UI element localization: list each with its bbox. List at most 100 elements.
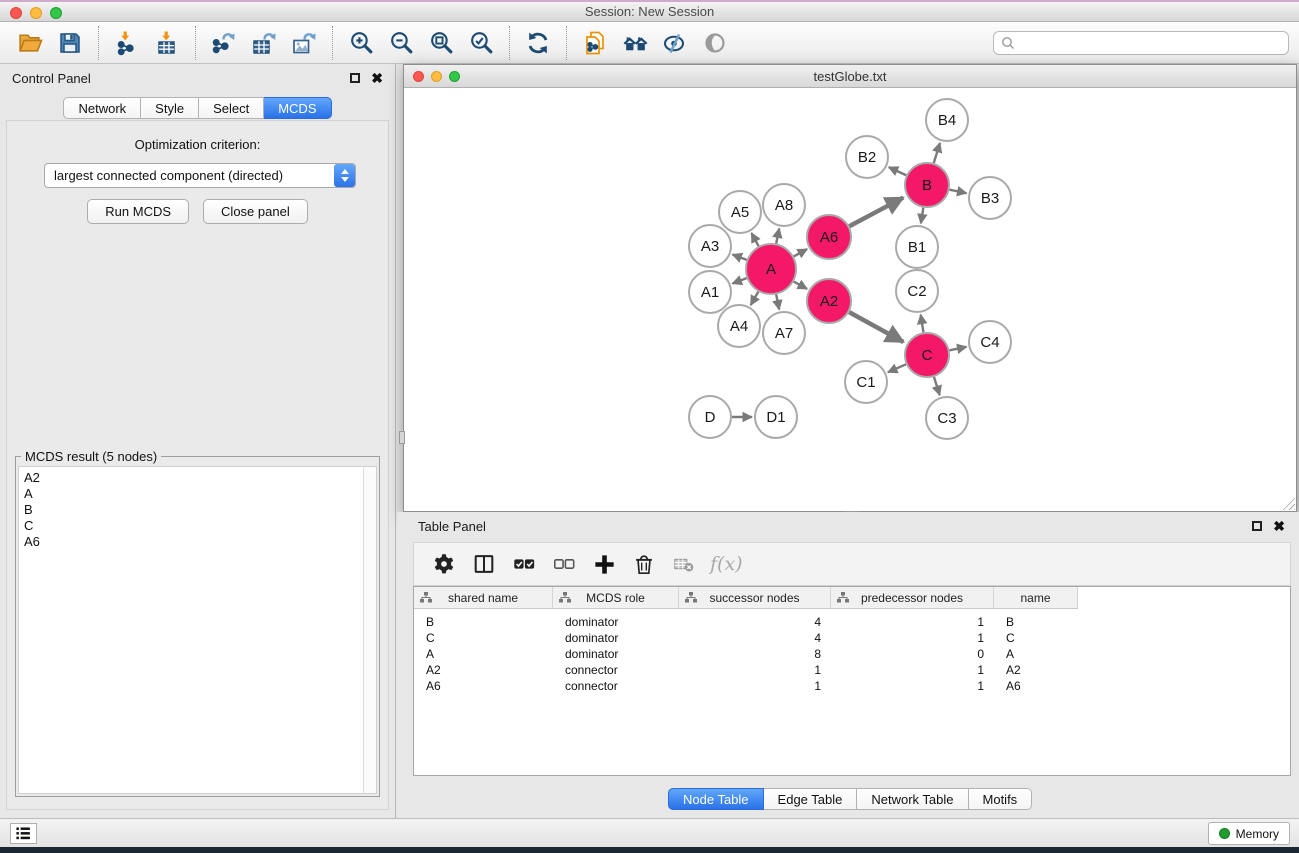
table-row[interactable]: Cdominator41C xyxy=(414,630,1290,646)
graph-edge-A-A1[interactable] xyxy=(732,278,746,283)
column-header-MCDS-role[interactable]: MCDS role xyxy=(553,587,679,608)
graph-edge-B-B1[interactable] xyxy=(921,208,924,224)
close-network-icon[interactable] xyxy=(413,71,424,82)
result-list-item[interactable]: A6 xyxy=(19,534,376,550)
graph-edge-A-A6[interactable] xyxy=(794,249,807,256)
graph-edge-C-C3[interactable] xyxy=(934,377,940,395)
graph-edge-A2-C[interactable] xyxy=(849,312,903,342)
refresh-view-icon[interactable] xyxy=(522,27,554,59)
zoom-fit-icon[interactable] xyxy=(425,27,457,59)
home-layout-icon[interactable] xyxy=(619,27,651,59)
deselect-all-checkboxes-icon[interactable] xyxy=(549,549,579,579)
result-list-item[interactable]: A2 xyxy=(19,470,376,486)
import-network-icon[interactable] xyxy=(111,27,143,59)
graph-edge-A-A7[interactable] xyxy=(776,294,779,309)
zoom-window-icon[interactable] xyxy=(50,7,62,19)
clone-network-icon[interactable] xyxy=(579,27,611,59)
tab-network[interactable]: Network xyxy=(63,97,141,119)
toolbar-separator xyxy=(566,26,567,60)
graph-edge-B-B3[interactable] xyxy=(950,190,967,194)
table-cell: C xyxy=(994,631,1078,645)
tab-mcds[interactable]: MCDS xyxy=(264,97,331,119)
network-canvas[interactable]: AA1A2A3A4A5A6A7A8BB1B2B3B4CC1C2C3C4DD1 xyxy=(404,88,1296,511)
zoom-selected-icon[interactable] xyxy=(465,27,497,59)
table-cell: A xyxy=(994,647,1078,661)
zoom-in-icon[interactable] xyxy=(345,27,377,59)
graph-edge-A6-B[interactable] xyxy=(849,198,903,227)
table-cell: 4 xyxy=(679,631,831,645)
delete-entry-icon[interactable] xyxy=(629,549,659,579)
close-panel-button[interactable]: Close panel xyxy=(203,199,308,224)
delete-table-icon[interactable] xyxy=(669,549,699,579)
tab-network-table[interactable]: Network Table xyxy=(857,788,968,810)
tab-edge-table[interactable]: Edge Table xyxy=(764,788,858,810)
search-field[interactable] xyxy=(993,31,1289,55)
select-all-checkboxes-icon[interactable] xyxy=(509,549,539,579)
search-input[interactable] xyxy=(1020,35,1281,51)
export-network-icon[interactable] xyxy=(208,27,240,59)
graph-node-label-A5: A5 xyxy=(731,204,749,221)
float-panel-icon[interactable] xyxy=(350,73,360,83)
table-cell: connector xyxy=(553,679,679,693)
window-resize-handle-left[interactable] xyxy=(399,431,405,444)
hide-graphics-details-icon[interactable] xyxy=(699,27,731,59)
save-session-icon[interactable] xyxy=(54,27,86,59)
run-mcds-button[interactable]: Run MCDS xyxy=(87,199,189,224)
import-table-icon[interactable] xyxy=(151,27,183,59)
graph-edge-C-C1[interactable] xyxy=(888,364,906,372)
graph-edge-B-B2[interactable] xyxy=(889,167,906,175)
tab-style[interactable]: Style xyxy=(141,97,199,119)
tab-motifs[interactable]: Motifs xyxy=(969,788,1033,810)
network-graph[interactable]: AA1A2A3A4A5A6A7A8BB1B2B3B4CC1C2C3C4DD1 xyxy=(404,88,1296,511)
column-layout-icon[interactable] xyxy=(469,549,499,579)
column-header-shared-name[interactable]: shared name xyxy=(414,587,553,608)
open-session-icon[interactable] xyxy=(14,27,46,59)
result-list-scrollbar[interactable] xyxy=(363,467,376,793)
minimize-network-icon[interactable] xyxy=(431,71,442,82)
show-graphics-details-icon[interactable] xyxy=(659,27,691,59)
close-window-icon[interactable] xyxy=(10,7,22,19)
toolbar-separator xyxy=(332,26,333,60)
result-list-item[interactable]: C xyxy=(19,518,376,534)
minimize-window-icon[interactable] xyxy=(30,7,42,19)
graph-node-label-C: C xyxy=(922,347,933,364)
graph-edge-A-A2[interactable] xyxy=(794,282,807,289)
graph-edge-C-C4[interactable] xyxy=(950,347,967,351)
add-entry-icon[interactable] xyxy=(589,549,619,579)
settings-gear-icon[interactable] xyxy=(429,549,459,579)
result-list-item[interactable]: A xyxy=(19,486,376,502)
graph-edge-A-A4[interactable] xyxy=(751,292,759,305)
close-panel-icon[interactable]: ✖ xyxy=(371,73,383,83)
node-table[interactable]: shared name MCDS role successor nodes pr… xyxy=(413,586,1291,776)
table-row[interactable]: Adominator80A xyxy=(414,646,1290,662)
column-header-name[interactable]: name xyxy=(994,587,1078,608)
zoom-out-icon[interactable] xyxy=(385,27,417,59)
table-row[interactable]: Bdominator41B xyxy=(414,614,1290,630)
column-header-successor-nodes[interactable]: successor nodes xyxy=(679,587,831,608)
function-builder-icon[interactable]: f(x) xyxy=(710,553,743,575)
task-history-button[interactable] xyxy=(10,823,37,844)
memory-button[interactable]: Memory xyxy=(1208,822,1290,845)
network-window-titlebar[interactable]: testGlobe.txt xyxy=(404,65,1296,88)
mcds-result-list[interactable]: A2ABCA6 xyxy=(18,466,377,794)
table-row[interactable]: A6connector11A6 xyxy=(414,678,1290,694)
graph-edge-A-A5[interactable] xyxy=(751,233,758,246)
graph-edge-B-B4[interactable] xyxy=(934,143,940,163)
graph-edge-A-A8[interactable] xyxy=(776,229,779,244)
export-table-icon[interactable] xyxy=(248,27,280,59)
graph-node-label-B4: B4 xyxy=(938,112,956,129)
export-image-icon[interactable] xyxy=(288,27,320,59)
tab-select[interactable]: Select xyxy=(199,97,264,119)
close-table-panel-icon[interactable]: ✖ xyxy=(1273,521,1285,531)
search-icon xyxy=(1001,36,1015,50)
graph-edge-C-C2[interactable] xyxy=(921,315,924,333)
hierarchy-icon xyxy=(685,592,697,603)
graph-edge-A-A3[interactable] xyxy=(732,254,746,259)
result-list-item[interactable]: B xyxy=(19,502,376,518)
float-table-panel-icon[interactable] xyxy=(1252,521,1262,531)
zoom-network-icon[interactable] xyxy=(449,71,460,82)
table-row[interactable]: A2connector11A2 xyxy=(414,662,1290,678)
tab-node-table[interactable]: Node Table xyxy=(668,788,764,810)
column-header-predecessor-nodes[interactable]: predecessor nodes xyxy=(831,587,994,608)
criterion-dropdown[interactable]: largest connected component (directed) xyxy=(44,163,356,188)
